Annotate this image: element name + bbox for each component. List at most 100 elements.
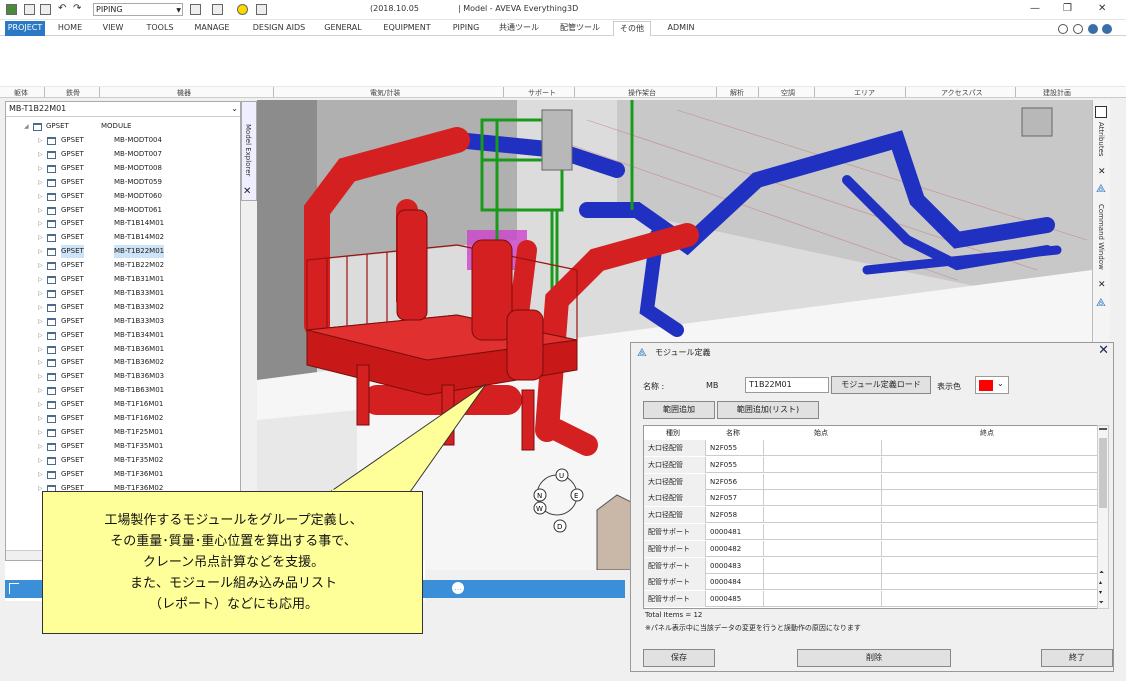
tab-home[interactable]: HOME [52,21,88,36]
table-row[interactable]: 大口径配管 N2F056 [644,473,1098,490]
undo-icon[interactable]: ↶ [58,3,66,14]
saveas-icon[interactable] [40,4,51,15]
tab-other[interactable]: その他 [613,21,651,36]
explorer-combo[interactable]: MB-T1B22M01 ⌄ [6,102,240,117]
redo-icon[interactable]: ↷ [73,3,81,14]
table-row[interactable]: 大口径配管 N2F057 [644,490,1098,507]
tree-item[interactable]: ▷ GPSET MB-MODT004 [6,134,236,147]
table-row[interactable]: 配管サポート 0000483 [644,557,1098,574]
tab-project[interactable]: PROJECT [5,21,45,36]
user-icon[interactable] [256,4,267,15]
settings-icon[interactable] [1073,24,1083,34]
module-select[interactable]: PIPING ▼ [93,3,183,16]
expand-icon[interactable]: ▷ [38,231,43,244]
collapse-icon[interactable] [1058,24,1068,34]
tree-item[interactable]: ▷ GPSET MB-T1B22M02 [6,259,236,272]
tab-general[interactable]: GENERAL [320,21,366,36]
tree-item[interactable]: ▷ GPSET MB-T1B36M02 [6,356,236,369]
group-hvac[interactable]: 空調 [781,88,795,98]
expand-icon[interactable]: ▷ [38,398,43,411]
group-area[interactable]: エリア [854,88,875,98]
command-window-icon[interactable]: ⟁ [1096,182,1106,196]
delete-button[interactable]: 削除 [797,649,951,667]
group-support[interactable]: サポート [528,88,556,98]
tree-item[interactable]: ▷ GPSET MB-MODT059 [6,176,236,189]
module-name-input[interactable]: T1B22M01 [745,377,829,393]
expand-icon[interactable]: ▷ [38,343,43,356]
tab-tools[interactable]: TOOLS [140,21,180,36]
tree-item[interactable]: ▷ GPSET MB-MODT008 [6,162,236,175]
expand-icon[interactable]: ▷ [38,370,43,383]
table-row[interactable]: 配管サポート 0000481 [644,524,1098,540]
minimize-icon[interactable]: — [1030,3,1040,14]
table-scrollbar[interactable]: ⏶ ▴ ▾ ⏷ [1097,425,1109,609]
command-window-close-icon[interactable]: ✕ [1098,280,1106,290]
expand-icon[interactable]: ▷ [38,287,43,300]
expand-icon[interactable]: ▷ [38,356,43,369]
tab-view[interactable]: VIEW [97,21,129,36]
group-access-path[interactable]: アクセスパス [941,88,983,98]
tab-manage[interactable]: MANAGE [189,21,235,36]
tree-item[interactable]: ▷ GPSET MB-T1B33M02 [6,301,236,314]
tree-item[interactable]: ▷ GPSET MB-T1F36M01 [6,468,236,481]
explorer-close-icon[interactable]: ✕ [243,186,251,197]
group-equipment[interactable]: 機器 [177,88,191,98]
save-button[interactable]: 保存 [643,649,715,667]
tree-item[interactable]: ▷ GPSET MB-T1B22M01 [6,245,236,259]
table-row[interactable]: 配管サポート 0000485 [644,591,1098,608]
tree-item[interactable]: ▷ GPSET MB-MODT007 [6,148,236,161]
group-electrical[interactable]: 電気/計装 [370,88,400,98]
expand-icon[interactable]: ▷ [38,148,43,161]
expand-icon[interactable]: ▷ [38,412,43,425]
expand-icon[interactable]: ▷ [38,454,43,467]
chat-icon[interactable]: … [452,582,464,594]
tree-item[interactable]: ▷ GPSET MB-T1B36M03 [6,370,236,383]
save-icon[interactable] [24,4,35,15]
group-analysis[interactable]: 解析 [730,88,744,98]
tab-equipment[interactable]: EQUIPMENT [378,21,436,36]
tree-root[interactable]: ◢ GPSET MODULE [6,120,236,133]
tab-common-tools[interactable]: 共通ツール [494,21,544,36]
expand-icon[interactable]: ▷ [38,162,43,175]
tab-admin[interactable]: ADMIN [662,21,700,36]
table-row[interactable]: 大口径配管 N2F055 [644,440,1098,456]
group-steel[interactable]: 鉄骨 [66,88,80,98]
expand-icon[interactable]: ▷ [38,384,43,397]
tree-item[interactable]: ▷ GPSET MB-T1F16M02 [6,412,236,425]
expand-icon[interactable]: ▷ [38,217,43,230]
group-construction[interactable]: 建設計画 [1043,88,1071,98]
load-module-button[interactable]: モジュール定義ロード [831,376,931,394]
group-building[interactable]: 躯体 [14,88,28,98]
expand-icon[interactable]: ▷ [38,176,43,189]
expand-icon[interactable]: ▷ [38,190,43,203]
panel-icon[interactable]: ⟁ [1096,296,1106,310]
tab-piping[interactable]: PIPING [447,21,485,36]
info-icon[interactable] [1088,24,1098,34]
expand-icon[interactable]: ▷ [38,245,43,258]
tree-item[interactable]: ▷ GPSET MB-T1B31M01 [6,273,236,286]
color-select[interactable]: ⌄ [975,376,1009,394]
close-button[interactable]: 終了 [1041,649,1113,667]
tree-item[interactable]: ▷ GPSET MB-MODT061 [6,204,236,217]
expand-icon[interactable]: ▷ [38,204,43,217]
table-row[interactable]: 大口径配管 N2F058 [644,507,1098,524]
tree-item[interactable]: ▷ GPSET MB-T1F16M01 [6,398,236,411]
tree-item[interactable]: ▷ GPSET MB-T1F25M01 [6,426,236,439]
table-row[interactable]: 大口径配管 N2F055 [644,456,1098,473]
add-range-list-button[interactable]: 範囲追加(リスト) [717,401,819,419]
tree-item[interactable]: ▷ GPSET MB-T1B14M01 [6,217,236,230]
add-range-button[interactable]: 範囲追加 [643,401,715,419]
flag-icon[interactable] [9,583,19,594]
expand-icon[interactable]: ▷ [38,259,43,272]
attributes-close-icon[interactable]: ✕ [1098,167,1106,177]
tree-item[interactable]: ▷ GPSET MB-MODT060 [6,190,236,203]
dialog-close-icon[interactable]: ✕ [1098,343,1109,358]
tree-item[interactable]: ▷ GPSET MB-T1F35M01 [6,440,236,453]
tree-item[interactable]: ▷ GPSET MB-T1B33M01 [6,287,236,300]
expand-icon[interactable]: ▷ [38,134,43,147]
tab-attributes[interactable]: Attributes [1097,122,1105,157]
view-icon[interactable] [190,4,201,15]
tree-item[interactable]: ▷ GPSET MB-T1F35M02 [6,454,236,467]
close-icon[interactable]: ✕ [1098,3,1106,14]
expand-icon[interactable]: ▷ [38,440,43,453]
